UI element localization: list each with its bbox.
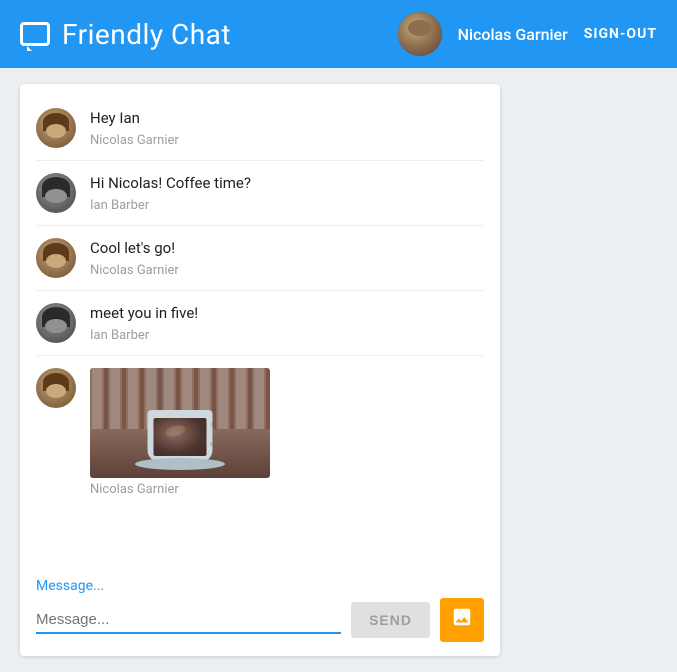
input-label[interactable]: Message... — [36, 578, 484, 594]
image-icon — [451, 606, 473, 634]
input-row: SEND — [36, 598, 484, 642]
message-sender: Nicolas Garnier — [90, 133, 484, 148]
coffee-image — [90, 368, 270, 478]
header-left: Friendly Chat — [20, 18, 231, 51]
header-right: Nicolas Garnier SIGN-OUT — [398, 12, 657, 56]
main-content: Hey Ian Nicolas Garnier Hi Nicolas! Coff… — [0, 68, 677, 672]
message-sender: Ian Barber — [90, 198, 484, 213]
chat-bubble-icon — [20, 22, 50, 46]
table-row: Hey Ian Nicolas Garnier — [36, 96, 484, 161]
avatar — [36, 108, 76, 148]
message-text: Hi Nicolas! Coffee time? — [90, 173, 484, 194]
message-body: Cool let's go! Nicolas Garnier — [90, 238, 484, 278]
table-row: meet you in five! Ian Barber — [36, 291, 484, 356]
message-sender: Nicolas Garnier — [90, 482, 484, 497]
app-title: Friendly Chat — [62, 18, 231, 51]
image-upload-button[interactable] — [440, 598, 484, 642]
avatar — [36, 238, 76, 278]
message-sender: Ian Barber — [90, 328, 484, 343]
message-sender: Nicolas Garnier — [90, 263, 484, 278]
table-row: Hi Nicolas! Coffee time? Ian Barber — [36, 161, 484, 226]
message-text: Hey Ian — [90, 108, 484, 129]
message-body: Hi Nicolas! Coffee time? Ian Barber — [90, 173, 484, 213]
message-body: Hey Ian Nicolas Garnier — [90, 108, 484, 148]
send-button[interactable]: SEND — [351, 602, 430, 638]
chat-card: Hey Ian Nicolas Garnier Hi Nicolas! Coff… — [20, 84, 500, 656]
signout-button[interactable]: SIGN-OUT — [584, 26, 657, 42]
message-body: Nicolas Garnier — [90, 368, 484, 497]
messages-list: Hey Ian Nicolas Garnier Hi Nicolas! Coff… — [20, 84, 500, 570]
avatar-face — [398, 12, 442, 56]
message-input[interactable] — [36, 607, 341, 634]
user-avatar — [398, 12, 442, 56]
avatar — [36, 368, 76, 408]
table-row: Cool let's go! Nicolas Garnier — [36, 226, 484, 291]
table-row: Nicolas Garnier — [36, 356, 484, 509]
message-text: meet you in five! — [90, 303, 484, 324]
input-area: Message... SEND — [20, 570, 500, 656]
header-username: Nicolas Garnier — [458, 25, 568, 44]
avatar — [36, 303, 76, 343]
app-header: Friendly Chat Nicolas Garnier SIGN-OUT — [0, 0, 677, 68]
avatar — [36, 173, 76, 213]
message-text: Cool let's go! — [90, 238, 484, 259]
message-body: meet you in five! Ian Barber — [90, 303, 484, 343]
